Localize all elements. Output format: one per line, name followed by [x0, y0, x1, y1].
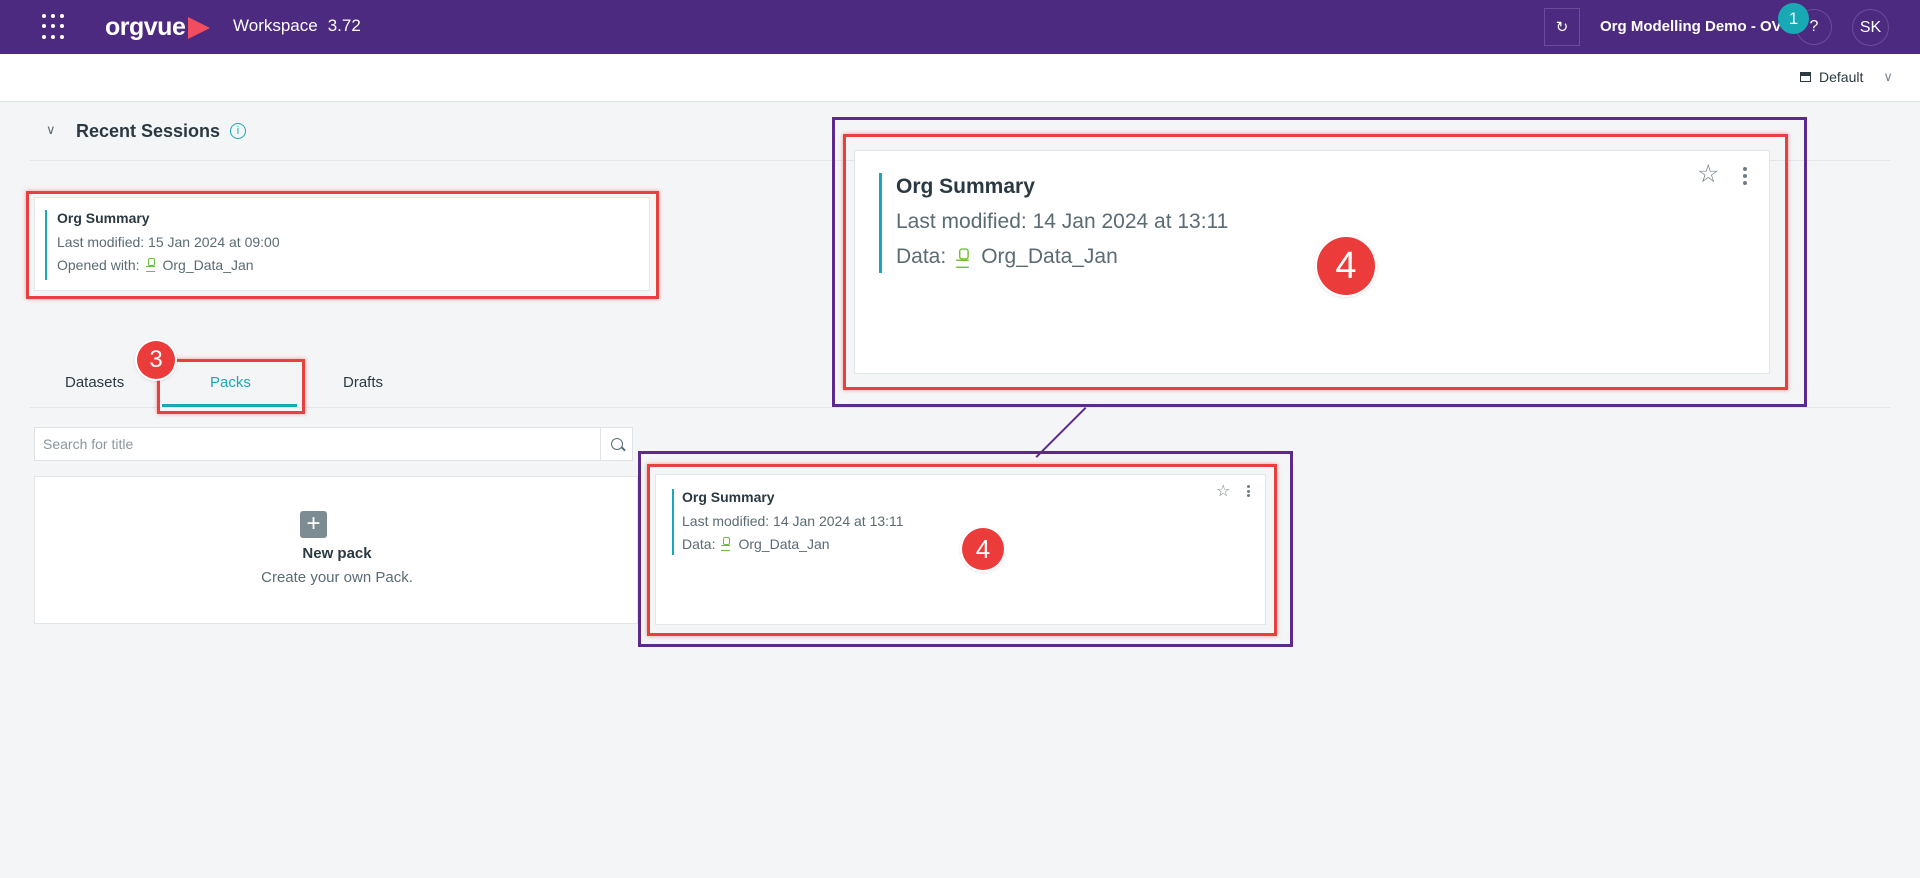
card-accent-bar	[45, 210, 47, 280]
dataset-person-icon	[145, 258, 155, 272]
step-3-badge: 3	[137, 341, 175, 379]
zoom-last-modified: Last modified: 14 Jan 2024 at 13:11	[896, 210, 1229, 233]
tab-datasets[interactable]: Datasets	[65, 374, 124, 391]
search-input[interactable]	[35, 428, 600, 460]
favorite-star-icon[interactable]: ☆	[1216, 481, 1230, 501]
recent-sessions-title: Recent Sessions	[76, 121, 221, 141]
pack-data-dataset: Org_Data_Jan	[738, 536, 830, 552]
new-pack-title: New pack	[302, 545, 372, 562]
layout-label: Default	[1819, 69, 1864, 85]
session-opened-with: Opened with: Org_Data_Jan	[57, 257, 254, 273]
app-title-text: Workspace	[233, 16, 318, 35]
new-pack-description: Create your own Pack.	[261, 569, 413, 586]
logo-arrow-icon	[188, 16, 211, 39]
card-accent-bar	[879, 173, 882, 273]
info-icon[interactable]: i	[230, 123, 246, 139]
app-launcher-grid-icon[interactable]	[42, 14, 68, 40]
more-options-icon	[1742, 167, 1747, 185]
app-version: 3.72	[327, 16, 361, 35]
dataset-person-icon	[956, 248, 970, 269]
session-card-title: Org Summary	[57, 210, 150, 226]
orgvue-logo[interactable]: orgvue	[105, 13, 211, 42]
refresh-icon: ↻	[1555, 19, 1569, 36]
tab-packs[interactable]: Packs	[210, 374, 251, 391]
zoom-data-dataset: Org_Data_Jan	[981, 245, 1118, 268]
new-pack-card[interactable]: + New pack Create your own Pack.	[34, 476, 638, 624]
sub-toolbar: Default ∨	[0, 54, 1920, 102]
pack-last-modified: Last modified: 14 Jan 2024 at 13:11	[682, 513, 904, 529]
zoom-connector-line	[1035, 407, 1087, 458]
zoom-data-label: Data:	[896, 245, 947, 268]
refresh-button[interactable]: ↻	[1544, 8, 1580, 46]
plus-icon: +	[300, 511, 327, 538]
pack-card-title: Org Summary	[682, 489, 775, 505]
tabs-divider	[30, 407, 1890, 408]
opened-with-label: Opened with:	[57, 257, 140, 273]
recent-session-card[interactable]: Org Summary Last modified: 15 Jan 2024 a…	[34, 197, 650, 291]
more-options-icon[interactable]	[1246, 485, 1250, 497]
favorite-star-icon: ☆	[1697, 160, 1720, 188]
search-button[interactable]	[600, 428, 633, 460]
zoomed-pack-card: Org Summary Last modified: 14 Jan 2024 a…	[854, 150, 1770, 374]
logo-text: orgvue	[105, 13, 186, 41]
opened-with-dataset: Org_Data_Jan	[162, 257, 254, 273]
user-avatar[interactable]: SK	[1852, 9, 1889, 46]
zoom-data: Data: Org_Data_Jan	[896, 245, 1118, 269]
pack-data: Data: Org_Data_Jan	[682, 536, 830, 552]
top-navigation-bar: orgvue Workspace 3.72 ↻ Org Modelling Dem…	[0, 0, 1920, 54]
notification-badge: 1	[1778, 3, 1809, 34]
project-name[interactable]: Org Modelling Demo - OV	[1600, 18, 1782, 35]
tab-drafts[interactable]: Drafts	[343, 374, 383, 391]
card-accent-bar	[672, 489, 674, 555]
collapse-chevron-icon[interactable]: ∨	[46, 122, 56, 138]
zoom-card-title: Org Summary	[896, 175, 1035, 198]
layout-dropdown[interactable]: Default ∨	[1800, 69, 1893, 85]
pack-card[interactable]: Org Summary Last modified: 14 Jan 2024 a…	[655, 474, 1266, 625]
search-icon	[611, 438, 623, 450]
pack-data-label: Data:	[682, 536, 716, 552]
layout-icon	[1800, 72, 1811, 82]
dataset-person-icon	[721, 537, 731, 551]
chevron-down-icon: ∨	[1883, 69, 1893, 84]
session-last-modified: Last modified: 15 Jan 2024 at 09:00	[57, 234, 280, 250]
app-title: Workspace 3.72	[233, 16, 361, 36]
search-box	[34, 427, 633, 461]
